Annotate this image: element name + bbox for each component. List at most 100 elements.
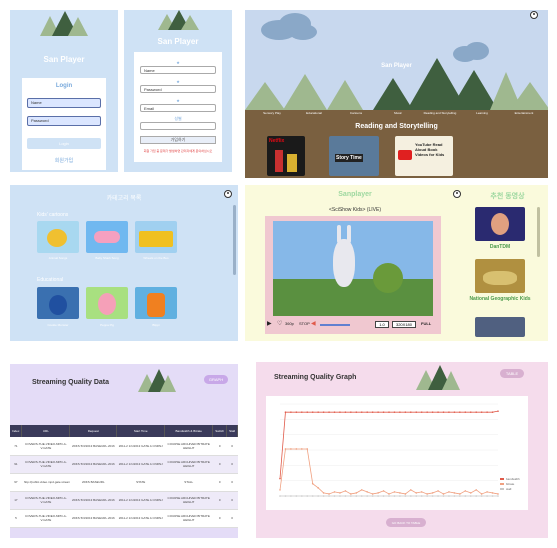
app-title: Sanplayer xyxy=(338,191,372,198)
video-thumbnail[interactable]: Netflix xyxy=(267,136,305,176)
recommend-thumbnail[interactable] xyxy=(475,207,525,241)
nav-item[interactable]: Reading and Storytelling xyxy=(421,111,459,121)
category-thumbnail[interactable] xyxy=(135,287,177,319)
category-thumbnail[interactable] xyxy=(86,287,128,319)
data-point xyxy=(344,495,347,497)
volume-slider[interactable] xyxy=(320,324,350,326)
legend-label: bandwidth xyxy=(506,477,520,481)
home-panel: San Player Sensory Play Educational Cartoo… xyxy=(245,10,548,178)
login-button[interactable]: Login xyxy=(27,138,101,149)
category-thumbnail[interactable] xyxy=(135,221,177,253)
nav-item[interactable]: Learning xyxy=(463,111,501,121)
column-header: Start Time xyxy=(116,425,166,437)
data-point xyxy=(301,411,303,413)
data-point xyxy=(437,490,439,492)
data-point xyxy=(377,492,379,494)
table-row[interactable]: 5 COVERS-THE-VIDEO-MPD-A-V-GATE 2DKS 5/3/2… xyxy=(10,509,238,528)
resolution-select[interactable]: 320X180 xyxy=(392,321,416,328)
table-row[interactable]: 91 COVERS-THE-VIDEO-MPD-A-V-GATE 2DKS 5/3/… xyxy=(10,455,238,474)
table-cell: 0 xyxy=(226,473,238,492)
data-point xyxy=(290,411,292,413)
video-thumbnail[interactable]: YouTube Read Aloud Book Videos for Kids xyxy=(395,136,453,176)
username-field[interactable]: Name xyxy=(27,98,101,108)
category-thumbnail[interactable] xyxy=(37,287,79,319)
data-point xyxy=(480,495,483,497)
fullscreen-button[interactable]: FULL xyxy=(421,321,431,326)
data-point xyxy=(279,477,281,480)
recommend-thumbnail[interactable] xyxy=(475,259,525,293)
volume-icon[interactable]: ◀ xyxy=(311,320,316,327)
nav-item[interactable]: Music xyxy=(379,111,417,121)
data-point xyxy=(486,495,488,497)
quality-label[interactable]: 360p xyxy=(285,321,294,326)
data-point xyxy=(399,411,401,413)
data-point xyxy=(311,411,314,413)
data-point xyxy=(284,495,287,497)
play-icon[interactable]: ▶ xyxy=(267,320,272,327)
nav-item[interactable]: Entertainment xyxy=(505,111,543,121)
data-point xyxy=(290,495,292,497)
back-button-label: GO BACK TO TABLE xyxy=(391,520,421,525)
user-avatar-icon[interactable] xyxy=(453,190,461,198)
data-point xyxy=(448,491,450,493)
data-point xyxy=(344,411,347,413)
table-cell: 2011-2 1/1/2013 GATE A CNRNJ xyxy=(116,509,165,528)
data-point xyxy=(279,495,281,497)
stop-label[interactable]: STOP xyxy=(299,321,310,326)
table-row[interactable]: 97 http://public.video.mpd.gate.stream 2DK… xyxy=(10,473,238,492)
signup-panel: San Player ★ Name ★ Password ★ Email 성별 … xyxy=(124,10,232,172)
video-player[interactable] xyxy=(273,221,433,316)
table-cell: 71 xyxy=(10,437,22,456)
nav-item[interactable]: Educational xyxy=(295,111,333,121)
data-point xyxy=(328,493,330,495)
table-row[interactable]: 71 COVERS-THE-VIDEO-MPD-A-V-GATE 2DKS 5/3/… xyxy=(10,437,238,456)
data-point xyxy=(497,410,499,412)
data-point xyxy=(317,487,319,489)
data-point xyxy=(399,495,401,497)
signup-password-field[interactable]: Password xyxy=(140,85,216,93)
table-cell: 2011-2 1/1/2013 GATE A CNRNJ xyxy=(116,455,165,474)
signup-email-field[interactable]: Email xyxy=(140,104,216,112)
speed-select[interactable]: 1.0 xyxy=(375,321,389,328)
category-thumbnail[interactable] xyxy=(37,221,79,253)
data-point xyxy=(366,495,368,497)
legend-label: stall xyxy=(506,487,512,491)
nav-item[interactable]: Sensory Play xyxy=(253,111,291,121)
table-button[interactable]: TABLE xyxy=(500,369,524,378)
data-point xyxy=(420,491,423,493)
cloud-icon xyxy=(261,13,317,40)
table-cell: 0 xyxy=(212,473,227,492)
category-thumbnail[interactable] xyxy=(86,221,128,253)
table-body: 71 COVERS-THE-VIDEO-MPD-A-V-GATE 2DKS 5/3/… xyxy=(10,437,238,528)
video-frame: ▶ ♡ 360p STOP ◀ 1.0 320X180 FULL xyxy=(265,216,441,334)
signup-notice: 회원 가입 중 문제가 발생하면 관리자에게 문의하십시오 xyxy=(143,149,213,153)
data-point xyxy=(491,411,494,413)
gender-select[interactable] xyxy=(140,122,216,130)
table-cell: 2DKS BASEURL xyxy=(69,473,117,492)
back-to-table-button[interactable]: GO BACK TO TABLE xyxy=(386,518,426,527)
signup-link[interactable]: 회원가입 xyxy=(22,157,106,164)
data-point xyxy=(486,411,488,413)
table-cell: 0 xyxy=(212,437,227,456)
table-button-label: TABLE xyxy=(505,371,519,376)
heart-icon[interactable]: ♡ xyxy=(277,320,282,327)
password-field[interactable]: Password xyxy=(27,116,101,126)
data-point xyxy=(415,495,418,497)
signup-confirm-button[interactable]: 가입하기 xyxy=(140,136,216,144)
nav-item[interactable]: Cartoons xyxy=(337,111,375,121)
table-cell: 2DKS 5/3/2013 BASEURL.2016 xyxy=(69,491,117,510)
data-point xyxy=(426,411,428,413)
table-cell: COVERS-THE-VIDEO-MPD-A-V-GATE xyxy=(21,509,70,528)
scrollbar[interactable] xyxy=(537,207,540,257)
recommend-thumbnail[interactable] xyxy=(475,317,525,337)
user-avatar-icon[interactable] xyxy=(530,11,538,19)
signup-name-field[interactable]: Name xyxy=(140,66,216,74)
scrollbar[interactable] xyxy=(233,205,236,275)
video-thumbnail[interactable]: Story Time xyxy=(329,136,379,176)
table-row[interactable]: 17 COVERS-THE-VIDEO-MPD-A-V-GATE 2DKS 5/3/… xyxy=(10,491,238,510)
data-point xyxy=(350,495,352,497)
graph-button[interactable]: GRAPH xyxy=(204,375,228,384)
quality-chart: bandwidthbitratestall xyxy=(279,403,520,497)
data-point xyxy=(415,492,418,494)
category-item-label: Peppa Pig xyxy=(100,323,114,327)
